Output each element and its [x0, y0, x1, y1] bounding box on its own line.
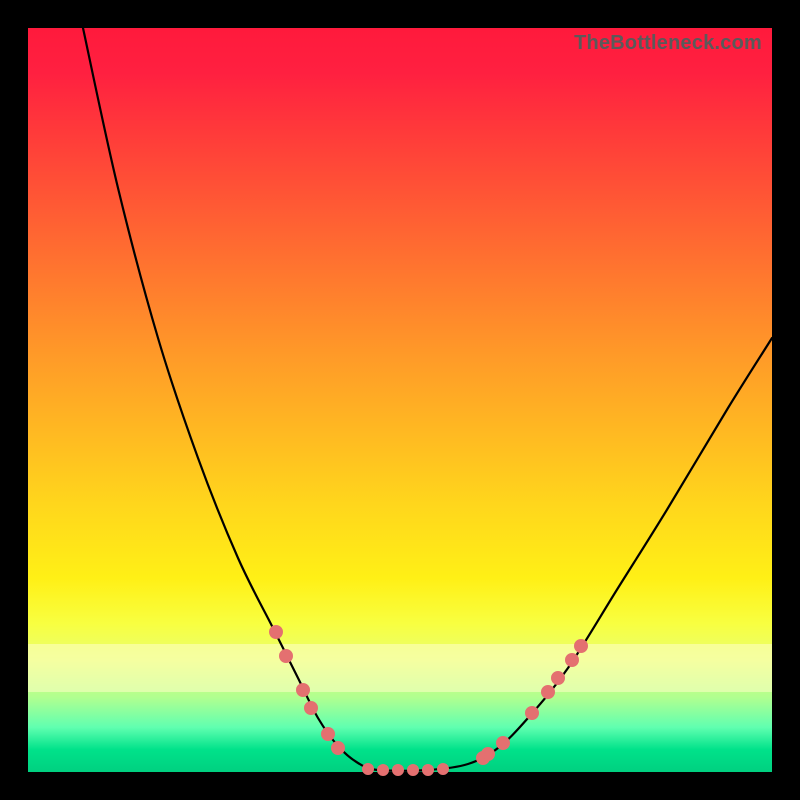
marker-cluster-right	[477, 640, 588, 765]
plot-area: TheBottleneck.com	[28, 28, 772, 772]
curve-marker	[526, 707, 539, 720]
curve-marker	[322, 728, 335, 741]
curve-marker	[423, 765, 434, 776]
curve-marker	[297, 684, 310, 697]
curve-marker	[438, 764, 449, 775]
curve-marker	[566, 654, 579, 667]
curve-marker	[305, 702, 318, 715]
curve-marker	[482, 748, 495, 761]
curve-marker	[552, 672, 565, 685]
chart-frame: TheBottleneck.com	[0, 0, 800, 800]
curve-marker	[270, 626, 283, 639]
curve-marker	[575, 640, 588, 653]
curve-marker	[497, 737, 510, 750]
curve-marker	[363, 764, 374, 775]
curve-marker	[378, 765, 389, 776]
curve-marker	[280, 650, 293, 663]
curve-marker	[332, 742, 345, 755]
curve-svg	[28, 28, 772, 772]
curve-marker	[393, 765, 404, 776]
bottleneck-curve-path	[83, 28, 772, 771]
curve-marker	[542, 686, 555, 699]
curve-marker	[408, 765, 419, 776]
